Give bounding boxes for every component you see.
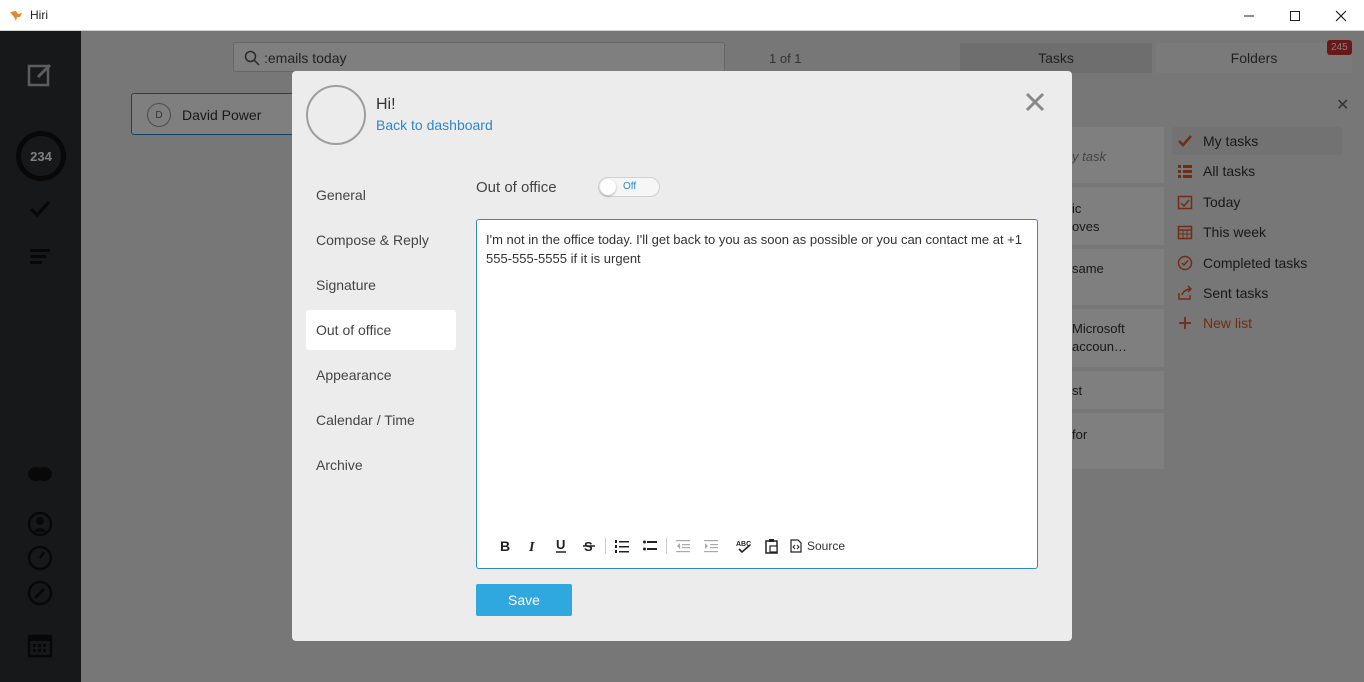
- nav-calendar-time[interactable]: Calendar / Time: [306, 400, 456, 440]
- svg-text:U: U: [556, 538, 565, 552]
- close-modal-icon[interactable]: [1024, 91, 1046, 113]
- svg-text:B: B: [500, 539, 510, 553]
- close-icon: [1335, 10, 1347, 21]
- editor-toolbar: B I U S ABC Source: [491, 534, 845, 558]
- close-window-button[interactable]: [1318, 0, 1364, 31]
- save-button[interactable]: Save: [476, 584, 572, 616]
- numbered-list-button[interactable]: [608, 534, 636, 558]
- window-title: Hiri: [30, 8, 48, 22]
- nav-compose-reply[interactable]: Compose & Reply: [306, 220, 456, 260]
- minimize-button[interactable]: [1226, 0, 1272, 31]
- bulleted-list-button[interactable]: [636, 534, 664, 558]
- italic-icon: I: [528, 540, 535, 553]
- strikethrough-icon: S: [583, 539, 595, 553]
- toolbar-separator: [605, 538, 606, 554]
- indent-button[interactable]: [697, 534, 725, 558]
- paste-button[interactable]: [758, 534, 786, 558]
- toolbar-separator: [666, 538, 667, 554]
- nav-out-of-office[interactable]: Out of office: [306, 310, 456, 350]
- outdent-button[interactable]: [669, 534, 697, 558]
- source-code-icon: [790, 539, 802, 553]
- maximize-icon: [1290, 10, 1300, 21]
- toggle-knob: [600, 179, 616, 195]
- strikethrough-button[interactable]: S: [575, 534, 603, 558]
- nav-appearance[interactable]: Appearance: [306, 355, 456, 395]
- italic-button[interactable]: I: [519, 534, 547, 558]
- settings-modal: Hi! Back to dashboard General Compose & …: [292, 71, 1072, 641]
- source-label: Source: [807, 539, 846, 553]
- bold-button[interactable]: B: [491, 534, 519, 558]
- indent-icon: [704, 540, 718, 553]
- underline-button[interactable]: U: [547, 534, 575, 558]
- greeting-text: Hi!: [376, 96, 396, 113]
- message-editor[interactable]: I'm not in the office today. I'll get ba…: [476, 219, 1038, 569]
- underline-icon: U: [556, 538, 566, 553]
- spellcheck-icon: ABC: [736, 541, 751, 553]
- message-text[interactable]: I'm not in the office today. I'll get ba…: [486, 230, 1026, 268]
- user-avatar: [306, 85, 366, 145]
- nav-signature[interactable]: Signature: [306, 265, 456, 305]
- outdent-icon: [676, 540, 690, 553]
- minimize-icon: [1244, 15, 1254, 16]
- nav-archive[interactable]: Archive: [306, 445, 456, 485]
- nav-general[interactable]: General: [306, 175, 456, 215]
- out-of-office-toggle[interactable]: Off: [598, 177, 660, 197]
- back-to-dashboard-link[interactable]: Back to dashboard: [376, 117, 493, 133]
- bullet-list-icon: [643, 540, 657, 551]
- hiri-logo-icon: [10, 11, 22, 21]
- numbered-list-icon: [615, 540, 629, 553]
- toggle-state: Off: [623, 181, 637, 192]
- source-button[interactable]: Source: [790, 539, 845, 553]
- svg-text:I: I: [528, 540, 535, 553]
- out-of-office-label: Out of office: [476, 179, 557, 196]
- title-bar: Hiri: [0, 0, 1364, 31]
- clipboard-icon: [765, 539, 778, 554]
- spellcheck-button[interactable]: ABC: [730, 534, 758, 558]
- bold-icon: B: [500, 539, 510, 553]
- maximize-button[interactable]: [1272, 0, 1318, 31]
